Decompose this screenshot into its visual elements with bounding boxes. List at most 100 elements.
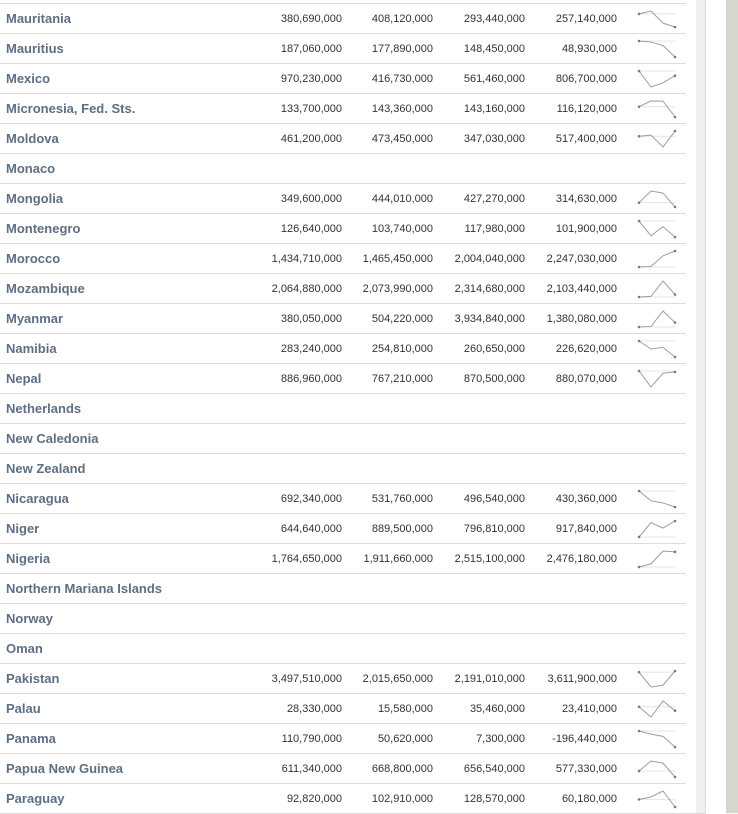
- country-name[interactable]: Nicaragua: [0, 483, 246, 514]
- country-name[interactable]: Mongolia: [0, 183, 246, 214]
- value-cell-2: 1,465,450,000: [342, 243, 433, 274]
- value-cell-4: 257,140,000: [525, 4, 617, 34]
- value-cell-2: 2,015,650,000: [342, 663, 433, 694]
- sparkline-end-point: [673, 355, 677, 358]
- value-cell-1: 692,340,000: [246, 483, 342, 514]
- table-row[interactable]: Mozambique 2,064,880,000 2,073,990,000 2,31…: [0, 273, 706, 304]
- table-row[interactable]: Mexico 970,230,000 416,730,000 561,460,000 8…: [0, 63, 706, 94]
- table-row[interactable]: Mauritius 187,060,000 177,890,000 148,450,0…: [0, 33, 706, 64]
- country-name[interactable]: Netherlands: [0, 393, 246, 424]
- country-name[interactable]: Morocco: [0, 243, 246, 274]
- country-name[interactable]: Panama: [0, 723, 246, 754]
- table-row[interactable]: New Zealand: [0, 453, 706, 484]
- value-cell-2: 767,210,000: [342, 363, 433, 394]
- vertical-scrollbar[interactable]: [696, 0, 706, 813]
- table-row[interactable]: Northern Mariana Islands: [0, 573, 706, 604]
- value-cell-4: 101,900,000: [525, 213, 617, 244]
- table-row[interactable]: Panama 110,790,000 50,620,000 7,300,000 -196…: [0, 723, 706, 754]
- country-name[interactable]: Myanmar: [0, 303, 246, 334]
- table-row[interactable]: Mauritania 380,690,000 408,120,000 293,440,…: [0, 4, 706, 34]
- table-row[interactable]: Micronesia, Fed. Sts. 133,700,000 143,360,…: [0, 93, 706, 124]
- sparkline-chart: [637, 189, 677, 208]
- table-row[interactable]: Palau 28,330,000 15,580,000 35,460,000 23,41…: [0, 693, 706, 724]
- table-row[interactable]: New Caledonia: [0, 423, 706, 454]
- value-cell-3: 2,314,680,000: [433, 273, 525, 304]
- value-cell-2: [342, 393, 433, 424]
- value-cell-2: [342, 153, 433, 184]
- sparkline-trend-line: [638, 189, 676, 207]
- table-row[interactable]: Paraguay 92,820,000 102,910,000 128,570,000…: [0, 783, 706, 814]
- value-cell-2: [342, 633, 433, 664]
- country-name[interactable]: Namibia: [0, 333, 246, 364]
- sparkline-end-point: [673, 550, 677, 553]
- value-cell-1: 611,340,000: [246, 753, 342, 784]
- value-cell-4: 917,840,000: [525, 513, 617, 544]
- sparkline-trend-line: [638, 40, 676, 57]
- country-name[interactable]: Norway: [0, 603, 246, 634]
- country-name[interactable]: Niger: [0, 513, 246, 544]
- table-row[interactable]: Norway: [0, 603, 706, 634]
- country-name[interactable]: Montenegro: [0, 213, 246, 244]
- table-row[interactable]: Monaco: [0, 153, 706, 184]
- value-cell-1: 886,960,000: [246, 363, 342, 394]
- sparkline-chart: [637, 219, 677, 238]
- table-row[interactable]: Mongolia 349,600,000 444,010,000 427,270,00…: [0, 183, 706, 214]
- table-row[interactable]: Nigeria 1,764,650,000 1,911,660,000 2,515,1…: [0, 543, 706, 574]
- table-row[interactable]: Nepal 886,960,000 767,210,000 870,500,000 88…: [0, 363, 706, 394]
- country-name[interactable]: Northern Mariana Islands: [0, 573, 246, 604]
- table-row[interactable]: Montenegro 126,640,000 103,740,000 117,980,…: [0, 213, 706, 244]
- sparkline-start-point: [637, 200, 641, 204]
- table-row[interactable]: Morocco 1,434,710,000 1,465,450,000 2,004,0…: [0, 243, 706, 274]
- country-name[interactable]: Monaco: [0, 153, 246, 184]
- country-name[interactable]: New Caledonia: [0, 423, 246, 454]
- value-cell-4: 880,070,000: [525, 363, 617, 394]
- country-name[interactable]: Oman: [0, 633, 246, 664]
- country-name[interactable]: Moldova: [0, 123, 246, 154]
- sparkline-chart: [637, 489, 677, 508]
- value-cell-3: 496,540,000: [433, 483, 525, 514]
- value-cell-4: 3,611,900,000: [525, 663, 617, 694]
- country-name[interactable]: New Zealand: [0, 453, 246, 484]
- country-name[interactable]: Nepal: [0, 363, 246, 394]
- table-row[interactable]: Nicaragua 692,340,000 531,760,000 496,540,0…: [0, 483, 706, 514]
- value-cell-2: 889,500,000: [342, 513, 433, 544]
- country-name[interactable]: Mauritius: [0, 33, 246, 64]
- country-name[interactable]: Mozambique: [0, 273, 246, 304]
- table-row[interactable]: Myanmar 380,050,000 504,220,000 3,934,840,0…: [0, 303, 706, 334]
- sparkline-end-point: [673, 505, 677, 508]
- country-name[interactable]: Pakistan: [0, 663, 246, 694]
- sparkline-start-point: [637, 797, 641, 801]
- table-row[interactable]: Niger 644,640,000 889,500,000 796,810,000 91…: [0, 513, 706, 544]
- value-cell-2: 408,120,000: [342, 4, 433, 34]
- sparkline-start-point: [637, 134, 641, 138]
- sparkline-end-point: [673, 805, 677, 808]
- table-row[interactable]: Pakistan 3,497,510,000 2,015,650,000 2,191,…: [0, 663, 706, 694]
- table-row[interactable]: Papua New Guinea 611,340,000 668,800,000 65…: [0, 753, 706, 784]
- value-cell-4: [525, 423, 617, 454]
- value-cell-2: 1,911,660,000: [342, 543, 433, 574]
- country-name[interactable]: Paraguay: [0, 783, 246, 814]
- table-row[interactable]: Namibia 283,240,000 254,810,000 260,650,000…: [0, 333, 706, 364]
- table-row[interactable]: Oman: [0, 633, 706, 664]
- table-row[interactable]: Netherlands: [0, 393, 706, 424]
- value-cell-1: [246, 603, 342, 634]
- value-cell-1: 126,640,000: [246, 213, 342, 244]
- value-cell-4: 226,620,000: [525, 333, 617, 364]
- value-cell-3: 656,540,000: [433, 753, 525, 784]
- sparkline-trend-line: [638, 340, 676, 357]
- value-cell-2: 50,620,000: [342, 723, 433, 754]
- table-row[interactable]: Moldova 461,200,000 473,450,000 347,030,000…: [0, 123, 706, 154]
- country-name[interactable]: Mauritania: [0, 4, 246, 34]
- country-name[interactable]: Micronesia, Fed. Sts.: [0, 93, 246, 124]
- sparkline-chart: [637, 9, 677, 28]
- sparkline-end-point: [673, 235, 677, 238]
- value-cell-3: 2,191,010,000: [433, 663, 525, 694]
- country-name[interactable]: Mexico: [0, 63, 246, 94]
- country-name[interactable]: Papua New Guinea: [0, 753, 246, 784]
- country-name[interactable]: Nigeria: [0, 543, 246, 574]
- sparkline-end-point: [673, 73, 677, 77]
- country-name[interactable]: Palau: [0, 693, 246, 724]
- value-cell-3: 117,980,000: [433, 213, 525, 244]
- value-cell-1: 461,200,000: [246, 123, 342, 154]
- value-cell-2: 504,220,000: [342, 303, 433, 334]
